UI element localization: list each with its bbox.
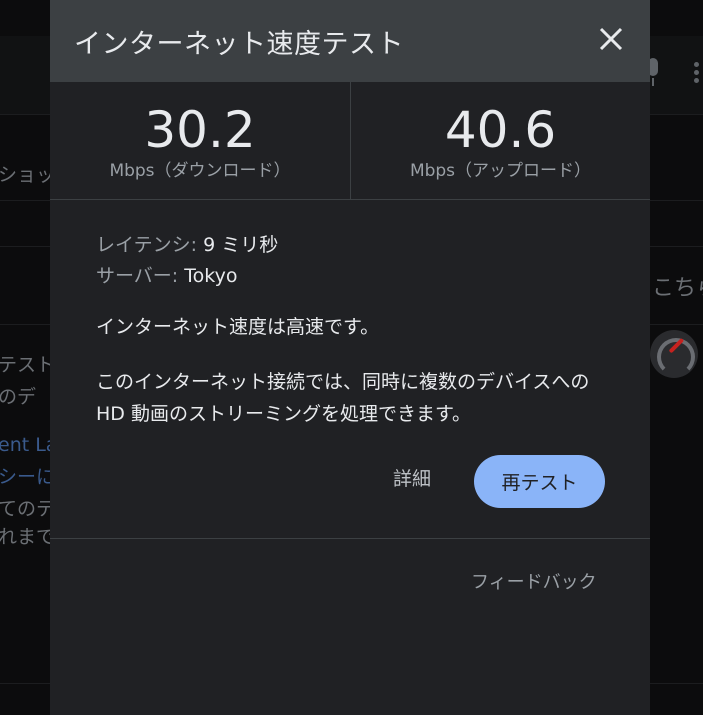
latency-label: レイテンシ: xyxy=(96,234,204,256)
retest-button[interactable]: 再テスト xyxy=(474,455,605,508)
connection-info: レイテンシ: 9 ミリ秒 サーバー: Tokyo xyxy=(96,230,616,292)
upload-result: 40.6 Mbps（アップロード） xyxy=(351,82,650,199)
server-line: サーバー: Tokyo xyxy=(96,261,616,292)
speed-description: このインターネット接続では、同時に複数のデバイスへの HD 動画のストリーミング… xyxy=(96,371,590,425)
upload-speed-value: 40.6 xyxy=(444,101,557,159)
speedometer-icon xyxy=(650,330,698,378)
close-icon xyxy=(599,27,623,51)
dialog-title: インターネット速度テスト xyxy=(74,29,404,60)
latency-value: 9 ミリ秒 xyxy=(203,234,279,256)
background-text: ショッ xyxy=(0,164,56,186)
background-text: てのテ xyxy=(0,498,56,520)
background-text: のデ xyxy=(0,386,37,408)
latency-line: レイテンシ: 9 ミリ秒 xyxy=(96,230,616,261)
server-label: サーバー: xyxy=(96,265,185,287)
feedback-link[interactable]: フィードバック xyxy=(471,568,597,594)
download-speed-value: 30.2 xyxy=(144,101,256,159)
upload-speed-unit: Mbps（アップロード） xyxy=(409,161,592,181)
speed-results: 30.2 Mbps（ダウンロード） 40.6 Mbps（アップロード） xyxy=(50,82,650,200)
details-link[interactable]: 詳細 xyxy=(393,464,431,491)
dialog-divider xyxy=(50,538,650,539)
server-value: Tokyo xyxy=(184,265,238,287)
dialog-header: インターネット速度テスト xyxy=(50,0,650,82)
speed-verdict: インターネット速度は高速です。 xyxy=(96,316,380,338)
background-link: シーに xyxy=(0,466,56,488)
speed-test-dialog: インターネット速度テスト 30.2 Mbps（ダウンロード） 40.6 Mbps… xyxy=(50,0,650,715)
background-link: ent La xyxy=(0,434,58,456)
background-text: れまで xyxy=(0,526,56,548)
download-result: 30.2 Mbps（ダウンロード） xyxy=(50,82,351,199)
background-text: テスト xyxy=(0,354,56,376)
download-speed-unit: Mbps（ダウンロード） xyxy=(109,161,291,181)
close-button[interactable] xyxy=(594,22,628,56)
background-text: こちら xyxy=(652,276,703,301)
more-vert-icon xyxy=(690,62,703,83)
